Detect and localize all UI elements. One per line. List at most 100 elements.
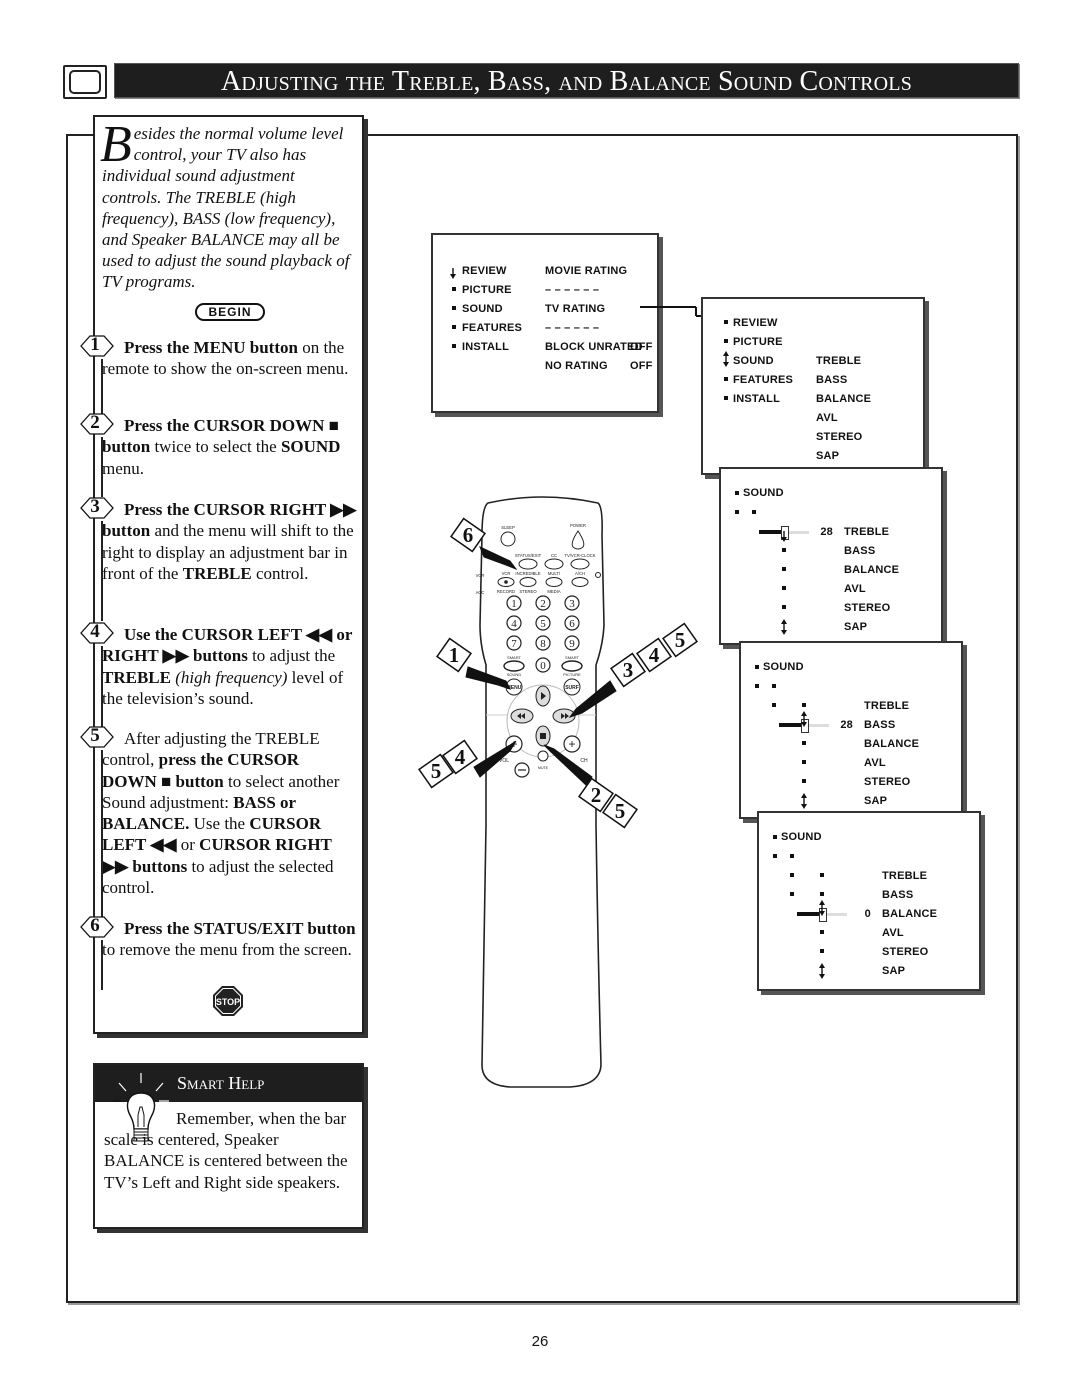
sound-option-stereo: STEREO — [882, 946, 929, 958]
smart-picture-button[interactable] — [561, 660, 583, 672]
osd-balance-adjust: SOUND TREBLE BASS BALANCE 0 AVL STEREO SAP — [757, 811, 981, 991]
sleep-button[interactable] — [500, 531, 516, 547]
menu-item-picture: PICTURE — [462, 284, 512, 296]
sound-option-bass: BASS — [816, 374, 848, 386]
tv-vcr-clock-button[interactable] — [570, 558, 590, 570]
svg-text:MUTE: MUTE — [538, 766, 549, 770]
step-text: Press the CURSOR DOWN ■ button twice to … — [102, 416, 341, 478]
svg-text:SURF: SURF — [565, 685, 579, 691]
menu-item-features: FEATURES — [733, 374, 794, 386]
digit-label: 9 — [569, 638, 575, 650]
step-text: Use the CURSOR LEFT ◀◀ or RIGHT ▶▶ butto… — [102, 625, 353, 708]
svg-text:5: 5 — [675, 628, 686, 652]
sound-option-avl: AVL — [882, 927, 904, 939]
osd-main-menu: REVIEW PICTURE SOUND FEATURES INSTALL MOVIE R… — [431, 233, 659, 413]
svg-text:MEDIA: MEDIA — [547, 589, 560, 594]
svg-text:CH: CH — [580, 758, 588, 764]
menu-bullet — [802, 741, 806, 745]
step-3: 3 Press the CURSOR RIGHT ▶▶ button and th… — [80, 496, 357, 621]
digit-label: 7 — [511, 638, 517, 650]
cc-button[interactable] — [544, 558, 564, 570]
tv-icon — [63, 65, 107, 99]
menu-bullet — [452, 325, 456, 329]
menu-bullet — [790, 854, 794, 858]
menu-bullet — [820, 873, 824, 877]
step-rule — [101, 750, 103, 920]
sound-option-sap: SAP — [844, 621, 868, 633]
sound-option-bass: BASS — [844, 545, 876, 557]
svg-text:VCR: VCR — [476, 573, 485, 578]
sound-option-treble: TREBLE — [882, 870, 928, 882]
rating-option: – – – – – – — [545, 284, 600, 296]
step-number-badge: 5 — [80, 725, 116, 748]
svg-text:VCR: VCR — [502, 571, 511, 576]
step-4: 4 Use the CURSOR LEFT ◀◀ or RIGHT ▶▶ butt… — [80, 621, 357, 736]
step-rule — [101, 521, 103, 621]
sound-option-sap: SAP — [816, 450, 840, 462]
menu-bullet — [724, 377, 728, 381]
svg-text:3: 3 — [623, 658, 634, 682]
status-exit-button[interactable] — [518, 558, 538, 570]
step-number-badge: 2 — [80, 412, 116, 435]
osd-treble-adjust: SOUND TREBLE 28 BASS BALANCE AVL STEREO SAP — [719, 467, 943, 645]
intro-text: esides the normal volume level control, … — [102, 124, 350, 292]
menu-bullet — [755, 665, 759, 669]
mute-button[interactable] — [537, 750, 549, 762]
digit-label: 4 — [511, 618, 517, 630]
multi-media-button[interactable] — [545, 577, 563, 587]
menu-bullet — [724, 339, 728, 343]
rating-option: MOVIE RATING — [545, 265, 628, 277]
svg-text:SMART: SMART — [565, 655, 579, 660]
updown-arrow-icon — [450, 268, 456, 279]
updown-arrow-icon — [781, 619, 787, 635]
menu-item-review: REVIEW — [462, 265, 507, 277]
svg-text:STOP: STOP — [216, 997, 240, 1007]
svg-text:1: 1 — [449, 643, 460, 667]
updown-arrow-icon — [781, 531, 787, 542]
step-number-badge: 1 — [80, 334, 116, 357]
sound-option-sap: SAP — [882, 965, 906, 977]
page-number: 26 — [531, 1333, 549, 1350]
smart-help-panel: Smart Help Remember, when the bar scale … — [93, 1063, 364, 1229]
menu-bullet — [782, 548, 786, 552]
menu-bullet — [752, 510, 756, 514]
menu-bullet — [773, 854, 777, 858]
slider-value: 0 — [864, 908, 871, 920]
updown-arrow-icon — [819, 963, 825, 979]
menu-item-features: FEATURES — [462, 322, 523, 334]
digit-label: 5 — [540, 618, 546, 630]
sound-option-balance: BALANCE — [816, 393, 872, 405]
ach-button[interactable] — [571, 577, 589, 587]
menu-bullet — [735, 510, 739, 514]
sound-option-bass: BASS — [864, 719, 896, 731]
step-rule — [101, 359, 103, 419]
sound-option-treble: TREBLE — [844, 526, 890, 538]
svg-text:2: 2 — [591, 783, 602, 807]
menu-bullet — [735, 491, 739, 495]
step-number-badge: 3 — [80, 496, 116, 519]
rating-option: TV RATING — [545, 303, 606, 315]
menu-bullet — [452, 344, 456, 348]
slider-value: 28 — [820, 526, 833, 538]
menu-bullet — [452, 306, 456, 310]
menu-item-install: INSTALL — [462, 341, 510, 353]
submenu-title: SOUND — [763, 661, 804, 673]
rating-value: OFF — [630, 360, 653, 372]
svg-text:SOUND: SOUND — [507, 672, 522, 677]
svg-text:A/CH: A/CH — [575, 571, 585, 576]
step-rule — [101, 437, 103, 497]
sound-option-sap: SAP — [864, 795, 888, 807]
incredible-stereo-button[interactable] — [519, 577, 537, 587]
menu-item-sound: SOUND — [462, 303, 503, 315]
smart-help-title: Smart Help — [177, 1073, 265, 1093]
sound-option-avl: AVL — [864, 757, 886, 769]
smart-sound-button[interactable] — [503, 660, 525, 672]
sound-option-avl: AVL — [816, 412, 838, 424]
menu-item-install: INSTALL — [733, 393, 781, 405]
page-title: Adjusting the Treble, Bass, and Balance … — [220, 66, 913, 97]
svg-text:INCREDIBLE: INCREDIBLE — [515, 571, 540, 576]
digit-label: 1 — [511, 598, 517, 610]
sound-option-balance: BALANCE — [864, 738, 920, 750]
step-2: 2 Press the CURSOR DOWN ■ button twice to… — [80, 412, 357, 497]
step-6: 6 Press the STATUS/EXIT button to remove … — [80, 915, 357, 990]
